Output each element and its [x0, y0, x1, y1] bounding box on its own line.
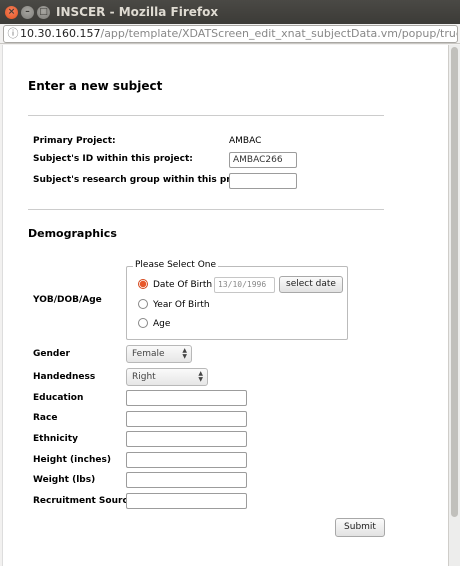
gender-select[interactable]: Female ▲ ▼: [126, 345, 192, 363]
radio-age-label: Age: [153, 319, 171, 329]
dob-fieldset-legend: Please Select One: [133, 260, 219, 270]
primary-project-value: AMBAC: [229, 136, 262, 146]
primary-project-label: Primary Project:: [33, 136, 116, 146]
yob-dob-age-label: YOB/DOB/Age: [33, 295, 102, 305]
select-date-button[interactable]: select date: [279, 276, 343, 293]
handedness-select-value: Right: [132, 372, 156, 382]
divider-middle: [28, 209, 384, 210]
minimize-icon: –: [25, 7, 30, 17]
ethnicity-label: Ethnicity: [33, 434, 78, 444]
submit-button[interactable]: Submit: [335, 518, 385, 537]
research-group-input[interactable]: [229, 173, 297, 189]
race-input[interactable]: [126, 411, 247, 427]
url-bar: ⓘ 10.30.160.157/app/template/XDATScreen_e…: [0, 24, 460, 44]
select-arrows-icon: ▲ ▼: [182, 347, 187, 360]
gender-label: Gender: [33, 349, 70, 359]
education-label: Education: [33, 393, 84, 403]
education-input[interactable]: [126, 390, 247, 406]
window-maximize-button[interactable]: □: [37, 6, 50, 19]
weight-input[interactable]: [126, 472, 247, 488]
divider-top: [28, 115, 384, 116]
research-group-label: Subject's research group within this pro…: [33, 175, 260, 185]
page-content: Enter a new subject Primary Project: AMB…: [2, 45, 448, 566]
subject-id-label: Subject's ID within this project:: [33, 154, 193, 164]
window-minimize-button[interactable]: –: [21, 6, 34, 19]
radio-age[interactable]: [138, 318, 148, 328]
ethnicity-input[interactable]: [126, 431, 247, 447]
recruitment-source-input[interactable]: [126, 493, 247, 509]
scrollbar-thumb[interactable]: [451, 47, 458, 517]
handedness-select[interactable]: Right ▲ ▼: [126, 368, 208, 386]
url-path: /app/template/XDATScreen_edit_xnat_subje…: [100, 27, 458, 40]
handedness-label: Handedness: [33, 372, 96, 382]
race-label: Race: [33, 413, 58, 423]
window-titlebar: × – □ INSCER - Mozilla Firefox: [0, 0, 460, 24]
radio-date-of-birth-label: Date Of Birth: [153, 280, 213, 290]
address-field[interactable]: ⓘ 10.30.160.157/app/template/XDATScreen_e…: [3, 25, 458, 43]
window-close-button[interactable]: ×: [5, 6, 18, 19]
radio-year-of-birth[interactable]: [138, 299, 148, 309]
url-host: 10.30.160.157: [20, 27, 101, 40]
window-title: INSCER - Mozilla Firefox: [56, 5, 219, 19]
page-title: Enter a new subject: [28, 79, 163, 93]
recruitment-source-label: Recruitment Source: [33, 496, 134, 506]
weight-label: Weight (lbs): [33, 475, 96, 485]
height-label: Height (inches): [33, 455, 111, 465]
subject-id-input[interactable]: AMBAC266: [229, 152, 297, 168]
vertical-scrollbar[interactable]: [448, 45, 460, 566]
site-identity-icon[interactable]: ⓘ: [6, 26, 20, 42]
demographics-heading: Demographics: [28, 227, 117, 240]
gender-select-value: Female: [132, 349, 165, 359]
select-arrows-icon: ▲ ▼: [198, 370, 203, 383]
close-icon: ×: [7, 7, 16, 17]
radio-date-of-birth[interactable]: [138, 279, 148, 289]
date-of-birth-input[interactable]: 13/10/1996: [214, 277, 275, 293]
height-input[interactable]: [126, 452, 247, 468]
maximize-icon: □: [39, 7, 48, 17]
radio-year-of-birth-label: Year Of Birth: [153, 300, 210, 310]
